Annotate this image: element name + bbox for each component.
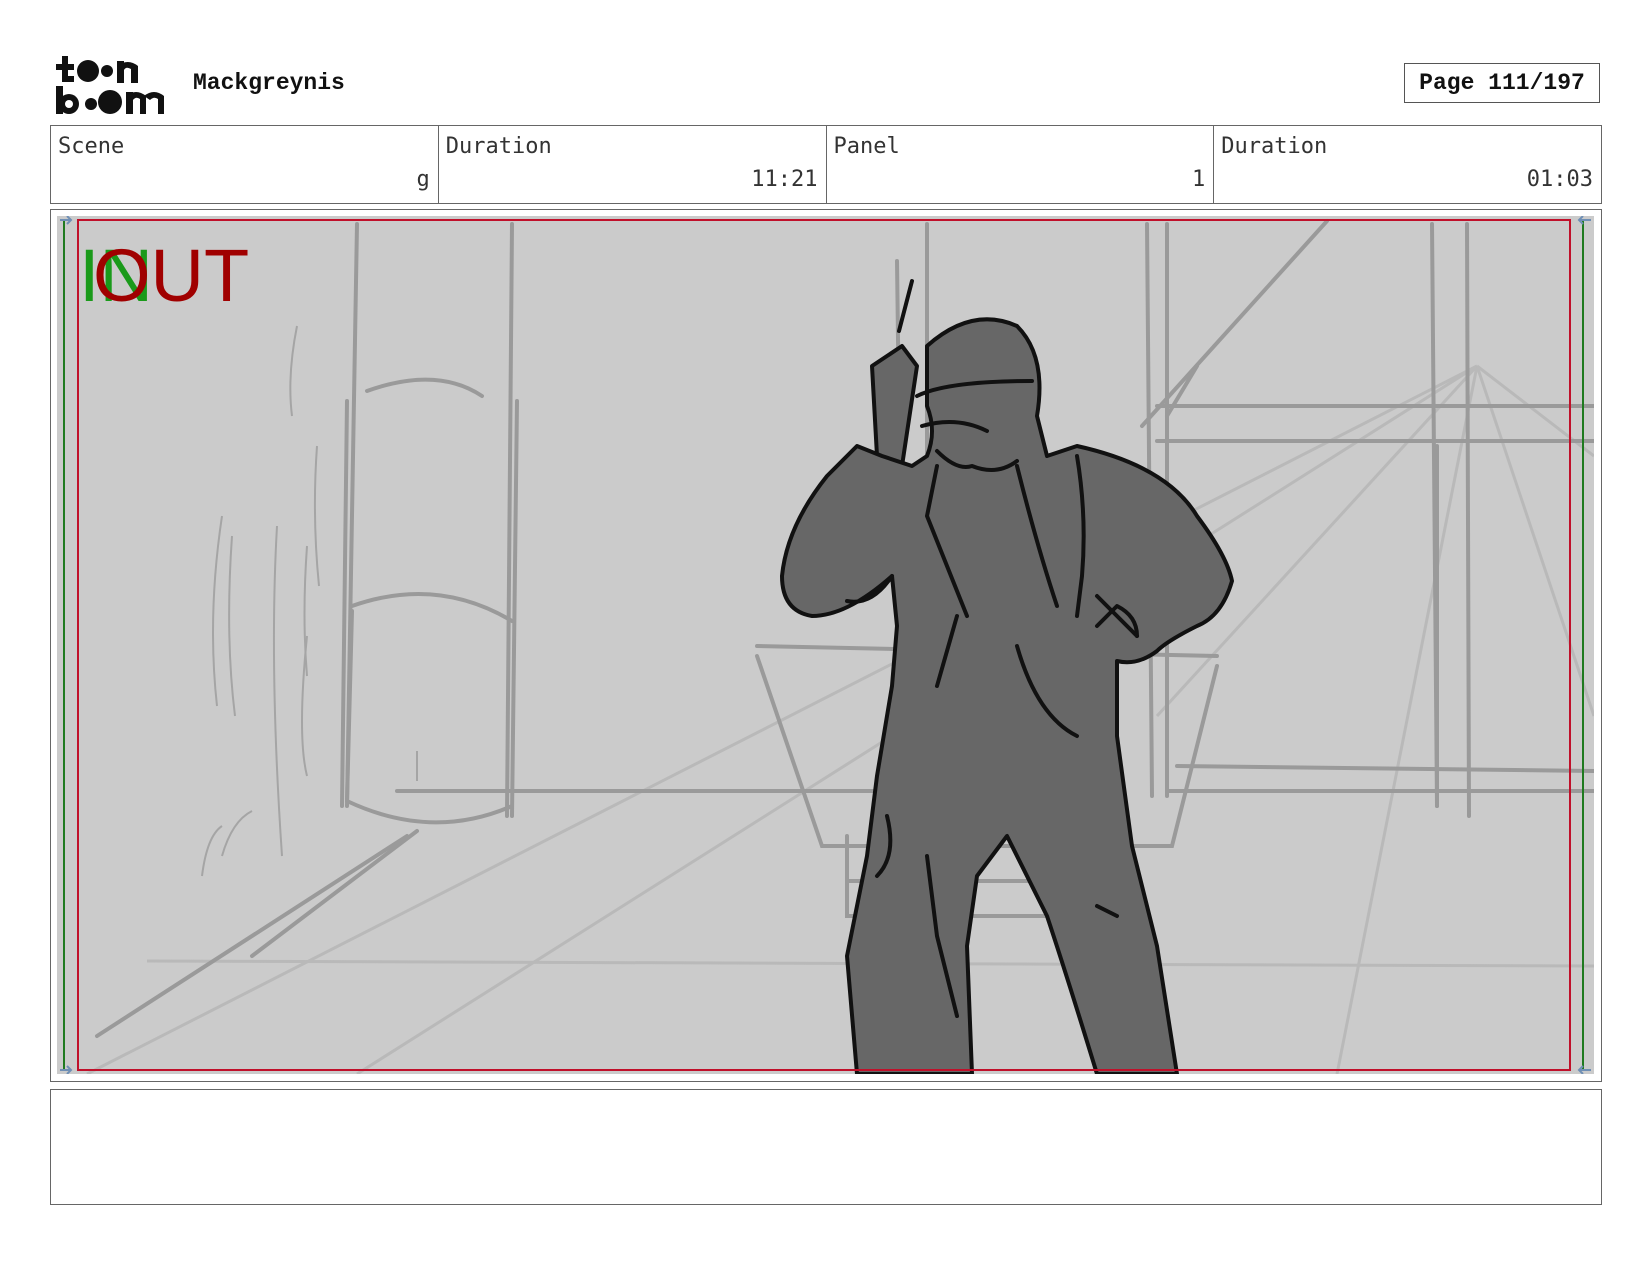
page-number: Page 111/197 xyxy=(1404,63,1600,103)
panel-notes-box[interactable] xyxy=(50,1089,1602,1205)
panel-duration-value: 01:03 xyxy=(1526,167,1593,192)
panel-duration-label: Duration xyxy=(1221,134,1328,159)
panel-duration-cell: Duration 01:03 xyxy=(1214,126,1601,203)
storyboard-panel: IN OUT xyxy=(50,209,1602,1082)
scene-info-row: Scene g Duration 11:21 Panel 1 Duration … xyxy=(50,125,1602,204)
scene-label: Scene xyxy=(58,134,125,159)
in-out-marker: IN OUT xyxy=(79,236,279,316)
scene-duration-cell: Duration 11:21 xyxy=(439,126,827,203)
panel-value: 1 xyxy=(1192,167,1206,192)
panel-cell: Panel 1 xyxy=(827,126,1215,203)
out-marker: OUT xyxy=(93,234,250,317)
scene-cell: Scene g xyxy=(51,126,439,203)
scene-duration-label: Duration xyxy=(445,134,552,159)
scene-value: g xyxy=(416,167,430,192)
project-title: Mackgreynis xyxy=(193,70,345,96)
toon-boom-logo xyxy=(56,56,164,114)
panel-label: Panel xyxy=(833,134,900,159)
scene-duration-value: 11:21 xyxy=(751,167,818,192)
panel-drawing xyxy=(57,216,1594,1074)
